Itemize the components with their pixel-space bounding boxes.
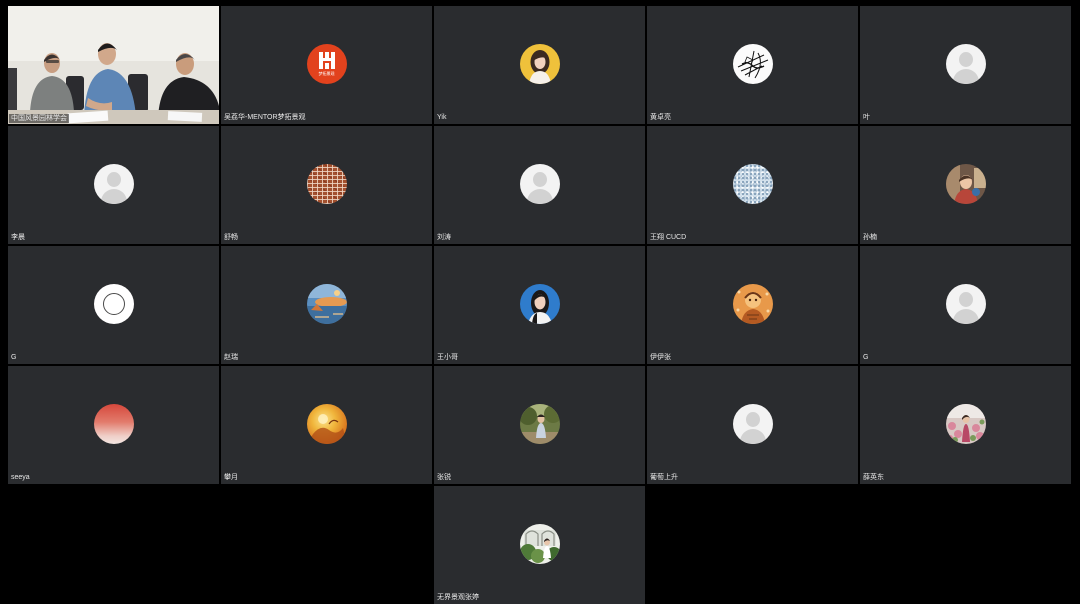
participant-tile-active-speaker[interactable]: 中国风景园林学会 <box>8 6 219 124</box>
participant-name: 赵瑞 <box>224 354 238 361</box>
avatar-pattern <box>306 164 347 204</box>
logo-lettering: 梦拓景观 <box>318 71 335 76</box>
participant-tile[interactable]: 伊伊张 <box>647 246 858 364</box>
avatar-photo <box>519 404 560 444</box>
participant-name: 中国风景园林学会 <box>9 114 69 123</box>
avatar-illustration <box>306 404 347 444</box>
avatar-photo <box>519 284 560 324</box>
participant-name: seeya <box>11 474 30 481</box>
participant-tile[interactable]: 梦拓景观 吴荔华-MENTOR梦拓景观 <box>221 6 432 124</box>
avatar-photo <box>945 164 986 204</box>
participant-tile[interactable]: 张锐 <box>434 366 645 484</box>
participant-tile[interactable]: 无界景观张婷 <box>434 486 645 604</box>
default-avatar-icon <box>945 44 986 84</box>
camera-video-feed <box>8 6 219 124</box>
avatar-logo-image: 梦拓景观 <box>306 44 347 84</box>
participant-tile[interactable]: 刘涛 <box>434 126 645 244</box>
participant-tile[interactable]: Yik <box>434 6 645 124</box>
participant-tile[interactable]: 赵瑞 <box>221 246 432 364</box>
participant-tile[interactable]: 薛英东 <box>860 366 1071 484</box>
participant-tile[interactable]: 孙楠 <box>860 126 1071 244</box>
participant-name: 王翔 CUCD <box>650 234 687 241</box>
participant-name: 刘涛 <box>437 234 451 241</box>
participant-name: 无界景观张婷 <box>437 594 479 601</box>
default-avatar-icon <box>93 164 134 204</box>
participant-tile[interactable]: 王小哥 <box>434 246 645 364</box>
participant-name: 吴荔华-MENTOR梦拓景观 <box>224 114 306 121</box>
participant-tile[interactable]: 叶 <box>860 6 1071 124</box>
default-avatar-icon <box>945 284 986 324</box>
participant-name: 李晨 <box>11 234 25 241</box>
participant-tile[interactable]: G <box>860 246 1071 364</box>
participant-name: 叶 <box>863 114 870 121</box>
participant-tile[interactable]: 舒畅 <box>221 126 432 244</box>
participant-name: 黄卓亮 <box>650 114 671 121</box>
participant-tile[interactable]: G <box>8 246 219 364</box>
participant-tile[interactable]: 葡萄上升 <box>647 366 858 484</box>
participant-tile[interactable]: seeya <box>8 366 219 484</box>
participant-name: Yik <box>437 114 447 121</box>
participant-name: G <box>11 354 17 361</box>
default-avatar-icon <box>732 404 773 444</box>
avatar-illustration <box>732 284 773 324</box>
participant-name: 王小哥 <box>437 354 458 361</box>
participant-tile[interactable]: 攀月 <box>221 366 432 484</box>
avatar-photo <box>945 404 986 444</box>
participant-tile[interactable]: 李晨 <box>8 126 219 244</box>
participant-name: 薛英东 <box>863 474 884 481</box>
participant-tile[interactable]: 黄卓亮 <box>647 6 858 124</box>
avatar-painting <box>306 284 347 324</box>
participant-name: 孙楠 <box>863 234 877 241</box>
avatar-gradient <box>93 404 134 444</box>
participant-name: 葡萄上升 <box>650 474 678 481</box>
participant-name: 伊伊张 <box>650 354 671 361</box>
avatar-pattern <box>732 164 773 204</box>
avatar-ring <box>93 284 134 324</box>
avatar-photo <box>519 524 560 564</box>
participant-name: 攀月 <box>224 474 238 481</box>
avatar-photo <box>519 44 560 84</box>
participant-name: G <box>863 354 869 361</box>
participant-name: 舒畅 <box>224 234 238 241</box>
participant-grid: 中国风景园林学会 梦拓景观 吴荔华-MENTOR梦拓景观 Yik 黄卓亮 叶 李… <box>8 6 1071 604</box>
participant-name: 张锐 <box>437 474 451 481</box>
participant-tile[interactable]: 王翔 CUCD <box>647 126 858 244</box>
avatar-sketch <box>732 44 773 84</box>
default-avatar-icon <box>519 164 560 204</box>
